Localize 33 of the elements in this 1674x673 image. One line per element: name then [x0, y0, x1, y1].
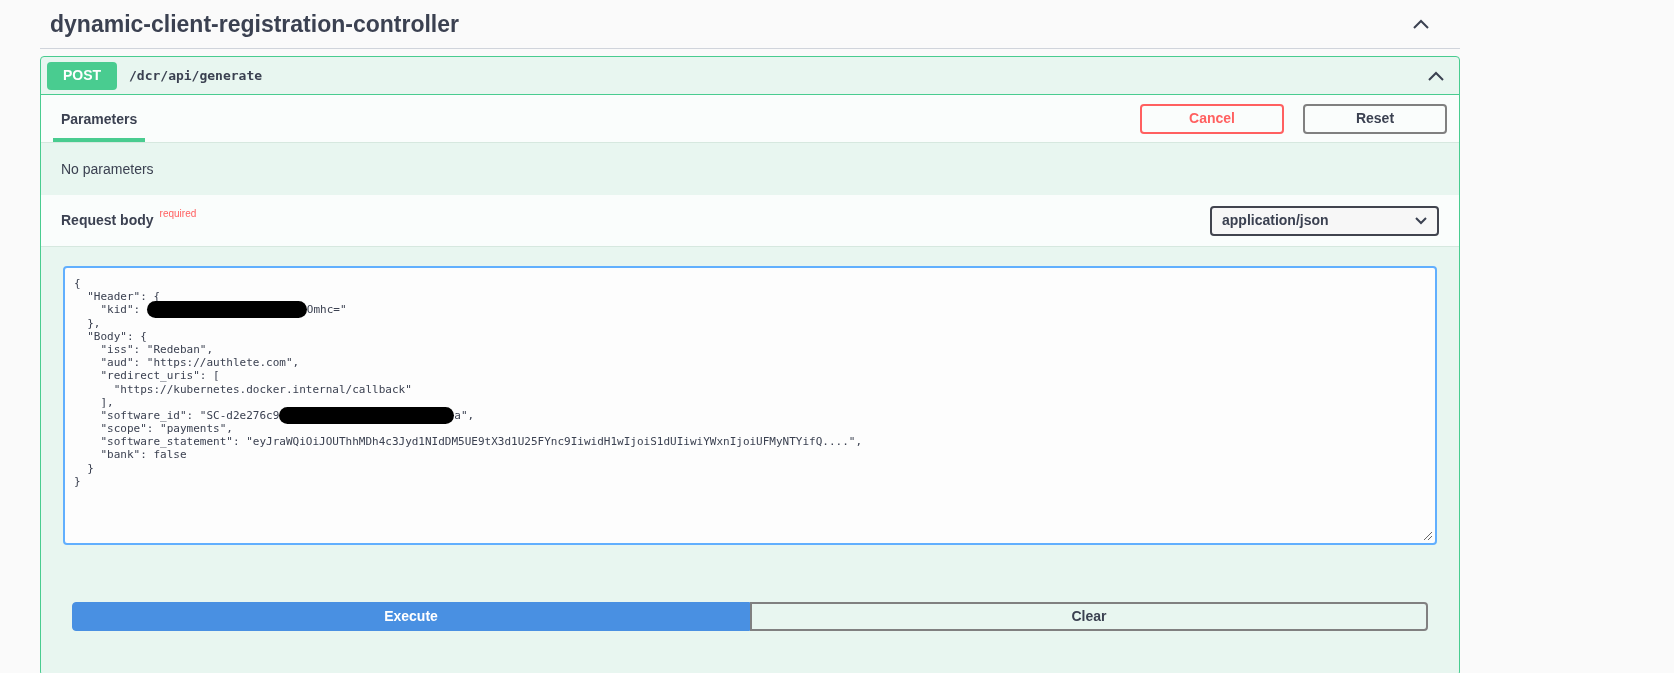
- resize-handle-icon[interactable]: [1423, 531, 1433, 541]
- endpoint-path: /dcr/api/generate: [129, 66, 263, 85]
- code-line: },: [86, 316, 101, 330]
- chevron-down-icon: [1415, 216, 1427, 225]
- code-line: "aud": "https://authlete.com",: [99, 356, 300, 370]
- code-line: }: [74, 474, 81, 488]
- code-line: "https://kubernetes.docker.internal/callback": [112, 382, 412, 396]
- method-badge: POST: [47, 61, 117, 90]
- collapse-icon: [1427, 69, 1445, 82]
- code-line: Omhc=": [306, 303, 347, 317]
- section-title: dynamic-client-registration-controller: [50, 9, 459, 39]
- code-line: "Body": {: [86, 329, 147, 343]
- request-body-editor[interactable]: [63, 266, 1437, 545]
- code-line: "bank": false: [99, 448, 187, 462]
- code-line: "software_statement": "eyJraWQiOiJOUThhMDh4c3Jyd1NIdDM5UE9tX3d1U25FYnc9IiwidH1wIjoiS1dUIiwiYWxnIjoiUFMyNTYifQ....",: [99, 435, 863, 449]
- code-line: ],: [99, 395, 114, 409]
- required-label: required: [159, 207, 197, 221]
- code-line: "iss": "Redeban",: [99, 342, 214, 357]
- code-line: {: [74, 277, 81, 291]
- reset-button[interactable]: Reset: [1303, 103, 1447, 134]
- code-line: "kid":: [99, 303, 142, 317]
- code-line: "redirect_uris": [: [99, 369, 220, 383]
- section-header[interactable]: dynamic-client-registration-controller: [40, 0, 1460, 49]
- collapse-icon: [1412, 18, 1430, 30]
- code-line: a",: [454, 408, 475, 423]
- no-parameters-text: No parameters: [61, 159, 154, 179]
- request-body-label: Request body: [61, 211, 154, 230]
- content-type-select[interactable]: application/json: [1210, 205, 1439, 236]
- parameters-tab[interactable]: Parameters: [53, 100, 146, 142]
- clear-button[interactable]: Clear: [750, 602, 1428, 631]
- code-line: "scope": "payments",: [99, 422, 233, 436]
- code-line: }: [86, 461, 94, 475]
- code-line: "software_id": "SC-d2e276c9: [99, 408, 280, 423]
